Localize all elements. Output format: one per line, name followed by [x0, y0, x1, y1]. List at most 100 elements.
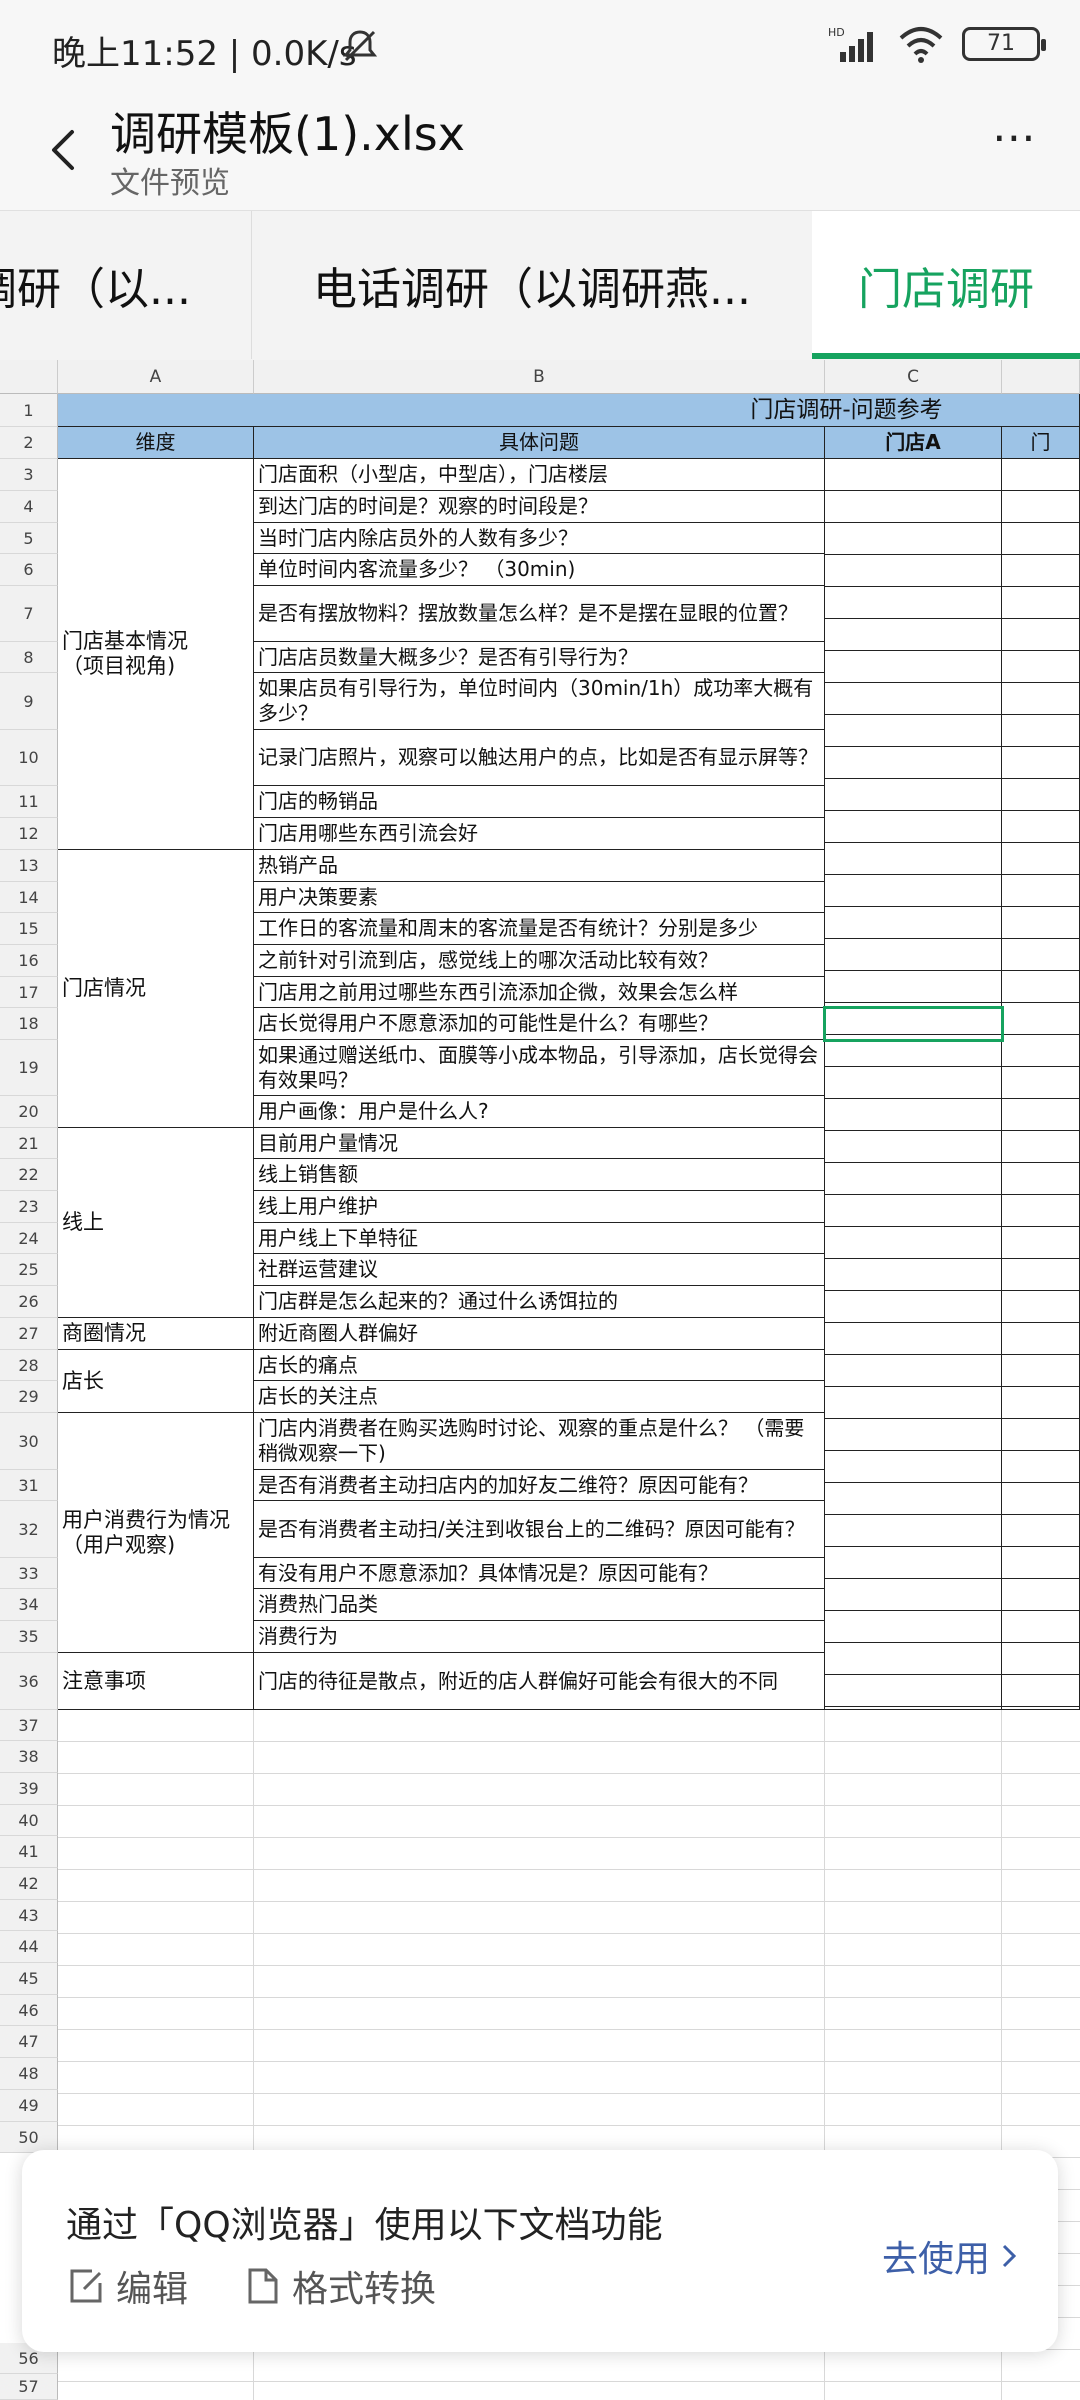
row-number[interactable]: 48: [0, 2058, 58, 2090]
question-cell[interactable]: 工作日的客流量和周末的客流量是否有统计？分别是多少: [254, 913, 825, 945]
question-cell[interactable]: 如果通过赠送纸巾、面膜等小成本物品，引导添加，店长觉得会有效果吗？: [254, 1040, 825, 1096]
question-cell[interactable]: 用户决策要素: [254, 882, 825, 913]
question-cell[interactable]: 店长的痛点: [254, 1350, 825, 1381]
row-number[interactable]: 27: [0, 1318, 58, 1350]
question-cell[interactable]: 消费热门品类: [254, 1589, 825, 1621]
row-number[interactable]: 4: [0, 491, 58, 523]
row-number[interactable]: 30: [0, 1413, 58, 1470]
dimension-cell[interactable]: 门店基本情况 （项目视角): [58, 459, 254, 850]
header-question[interactable]: 具体问题: [254, 427, 825, 459]
back-arrow-icon[interactable]: [36, 120, 96, 180]
row-number[interactable]: 41: [0, 1836, 58, 1868]
question-cell[interactable]: 门店用哪些东西引流会好: [254, 818, 825, 850]
go-use-button[interactable]: 去使用: [882, 2230, 1018, 2282]
row-number[interactable]: 10: [0, 730, 58, 786]
tab-sheet-2[interactable]: 电话调研（以调研燕...: [252, 211, 813, 359]
more-menu-icon[interactable]: ⋯: [984, 116, 1044, 178]
dimension-cell[interactable]: 店长: [58, 1350, 254, 1413]
row-number[interactable]: 37: [0, 1710, 58, 1741]
row-number[interactable]: 42: [0, 1868, 58, 1900]
header-store-b[interactable]: 门: [1002, 427, 1080, 459]
row-number[interactable]: 21: [0, 1128, 58, 1159]
edit-action[interactable]: 编辑: [66, 2260, 188, 2312]
row-number[interactable]: 44: [0, 1931, 58, 1963]
row-number[interactable]: 57: [0, 2374, 58, 2400]
row-number[interactable]: 39: [0, 1773, 58, 1805]
store-a-column[interactable]: [825, 459, 1002, 1710]
question-cell[interactable]: 有没有用户不愿意添加？具体情况是？原因可能有？: [254, 1558, 825, 1589]
row-number[interactable]: 26: [0, 1286, 58, 1318]
format-convert-action[interactable]: 格式转换: [244, 2260, 436, 2312]
question-cell[interactable]: 到达门店的时间是？观察的时间段是？: [254, 491, 825, 523]
question-cell[interactable]: 门店内消费者在购买选购时讨论、观察的重点是什么？ （需要稍微观察一下): [254, 1413, 825, 1470]
question-cell[interactable]: 如果店员有引导行为，单位时间内（30min/1h）成功率大概有多少？: [254, 673, 825, 730]
question-cell[interactable]: 线上用户维护: [254, 1191, 825, 1223]
row-number[interactable]: 28: [0, 1350, 58, 1381]
question-cell[interactable]: 门店的畅销品: [254, 786, 825, 818]
row-number[interactable]: 40: [0, 1805, 58, 1836]
row-number[interactable]: 3: [0, 459, 58, 491]
question-cell[interactable]: 是否有摆放物料？摆放数量怎么样？是不是摆在显眼的位置？: [254, 586, 825, 642]
question-cell[interactable]: 店长的关注点: [254, 1381, 825, 1413]
row-number[interactable]: 1: [0, 394, 58, 427]
row-number[interactable]: 38: [0, 1741, 58, 1773]
row-number[interactable]: 36: [0, 1653, 58, 1710]
question-cell[interactable]: 当时门店内除店员外的人数有多少？: [254, 523, 825, 554]
row-number[interactable]: 6: [0, 554, 58, 586]
question-cell[interactable]: 社群运营建议: [254, 1254, 825, 1286]
dimension-cell[interactable]: 门店情况: [58, 850, 254, 1128]
row-number[interactable]: 49: [0, 2090, 58, 2122]
row-number[interactable]: 23: [0, 1191, 58, 1223]
question-cell[interactable]: 消费行为: [254, 1621, 825, 1653]
dimension-cell[interactable]: 用户消费行为情况 （用户观察): [58, 1413, 254, 1653]
question-cell[interactable]: 门店用之前用过哪些东西引流添加企微，效果会怎么样: [254, 977, 825, 1008]
row-number[interactable]: 19: [0, 1040, 58, 1096]
row-number[interactable]: 20: [0, 1096, 58, 1128]
row-number[interactable]: 47: [0, 2026, 58, 2058]
question-cell[interactable]: 线上销售额: [254, 1159, 825, 1191]
spreadsheet-grid[interactable]: A B C 1 2 3 4 5 6 7 8 9 10 11 12 13 14 1…: [0, 360, 1080, 2400]
question-cell[interactable]: 用户线上下单特征: [254, 1223, 825, 1254]
row-number[interactable]: 45: [0, 1963, 58, 1995]
row-number[interactable]: 11: [0, 786, 58, 818]
row-number[interactable]: 46: [0, 1995, 58, 2026]
dimension-cell[interactable]: 注意事项: [58, 1653, 254, 1710]
header-dimension[interactable]: 维度: [58, 427, 254, 459]
row-number[interactable]: 31: [0, 1470, 58, 1501]
row-number[interactable]: 17: [0, 977, 58, 1008]
header-store-a[interactable]: 门店A: [825, 427, 1002, 459]
row-number[interactable]: 5: [0, 523, 58, 554]
question-cell[interactable]: 门店群是怎么起来的？通过什么诱饵拉的: [254, 1286, 825, 1318]
question-cell[interactable]: 门店的待征是散点，附近的店人群偏好可能会有很大的不同: [254, 1653, 825, 1710]
row-number[interactable]: 13: [0, 850, 58, 882]
row-number[interactable]: 25: [0, 1254, 58, 1286]
dimension-cell[interactable]: 线上: [58, 1128, 254, 1318]
question-cell[interactable]: 之前针对引流到店，感觉线上的哪次活动比较有效？: [254, 945, 825, 977]
question-cell[interactable]: 门店店员数量大概多少？是否有引导行为？: [254, 642, 825, 673]
question-cell[interactable]: 门店面积（小型店，中型店），门店楼层: [254, 459, 825, 491]
row-number[interactable]: 50: [0, 2122, 58, 2153]
row-number[interactable]: 18: [0, 1008, 58, 1040]
question-cell[interactable]: 热销产品: [254, 850, 825, 882]
row-number[interactable]: 43: [0, 1900, 58, 1931]
question-cell[interactable]: 附近商圈人群偏好: [254, 1318, 825, 1350]
row-number[interactable]: 34: [0, 1589, 58, 1621]
tab-sheet-3[interactable]: 门店调研: [812, 211, 1080, 359]
row-number[interactable]: 8: [0, 642, 58, 673]
row-number[interactable]: 12: [0, 818, 58, 850]
dimension-cell[interactable]: 商圈情况: [58, 1318, 254, 1350]
row-number[interactable]: 9: [0, 673, 58, 730]
row-number[interactable]: 16: [0, 945, 58, 977]
row-number[interactable]: 29: [0, 1381, 58, 1413]
row-number[interactable]: 35: [0, 1621, 58, 1653]
row-number[interactable]: 2: [0, 427, 58, 459]
question-cell[interactable]: 店长觉得用户不愿意添加的可能性是什么？有哪些？: [254, 1008, 825, 1040]
row-number[interactable]: 33: [0, 1558, 58, 1589]
column-header-c[interactable]: C: [825, 360, 1002, 394]
row-number[interactable]: 24: [0, 1223, 58, 1254]
sheet-title-cell[interactable]: 门店调研-问题参考: [58, 394, 1080, 427]
question-cell[interactable]: 记录门店照片，观察可以触达用户的点，比如是否有显示屏等？: [254, 730, 825, 786]
row-number[interactable]: 15: [0, 913, 58, 945]
row-number[interactable]: 14: [0, 882, 58, 913]
row-number[interactable]: 32: [0, 1501, 58, 1558]
